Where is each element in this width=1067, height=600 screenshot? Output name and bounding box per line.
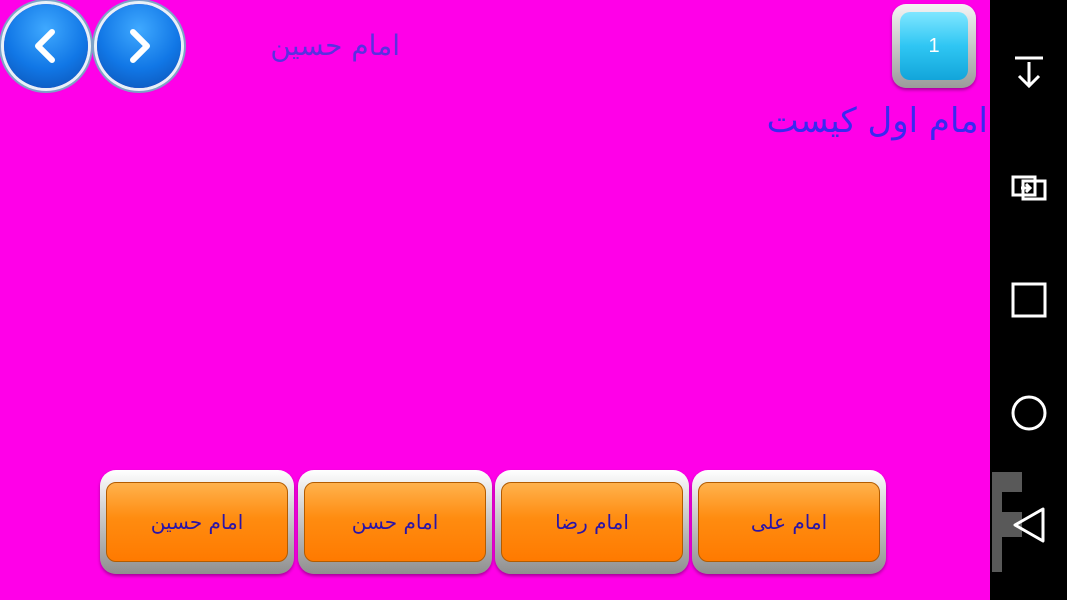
- download-button[interactable]: [990, 47, 1067, 97]
- answer-button-4[interactable]: امام حسین: [100, 470, 294, 574]
- answer-button-1[interactable]: امام علی: [692, 470, 886, 574]
- answer-label: امام حسن: [304, 482, 486, 562]
- home-icon: [1011, 395, 1046, 431]
- chevron-right-icon: [130, 29, 150, 63]
- recent-apps-icon: [1011, 282, 1046, 318]
- download-icon: [1014, 56, 1043, 89]
- answer-label: امام علی: [698, 482, 880, 562]
- prev-button[interactable]: [4, 4, 88, 88]
- answer-button-3[interactable]: امام حسن: [298, 470, 492, 574]
- switch-button[interactable]: [990, 162, 1067, 212]
- recent-apps-button[interactable]: [990, 275, 1067, 325]
- switch-icon: [1011, 175, 1046, 201]
- answer-label: امام حسین: [106, 482, 288, 562]
- next-button[interactable]: [97, 4, 181, 88]
- answer-button-2[interactable]: امام رضا: [495, 470, 689, 574]
- chevron-left-icon: [35, 29, 55, 63]
- answer-label: امام رضا: [501, 482, 683, 562]
- home-button[interactable]: [990, 388, 1067, 438]
- watermark-logo-icon: [992, 472, 1022, 572]
- question-counter: 1: [892, 4, 976, 88]
- selected-answer-label: امام حسین: [270, 29, 400, 62]
- question-text: امام اول کیست: [766, 101, 988, 141]
- quiz-screen: امام حسین 1 امام اول کیست امام حسین امام…: [0, 0, 1067, 600]
- question-number: 1: [900, 12, 968, 80]
